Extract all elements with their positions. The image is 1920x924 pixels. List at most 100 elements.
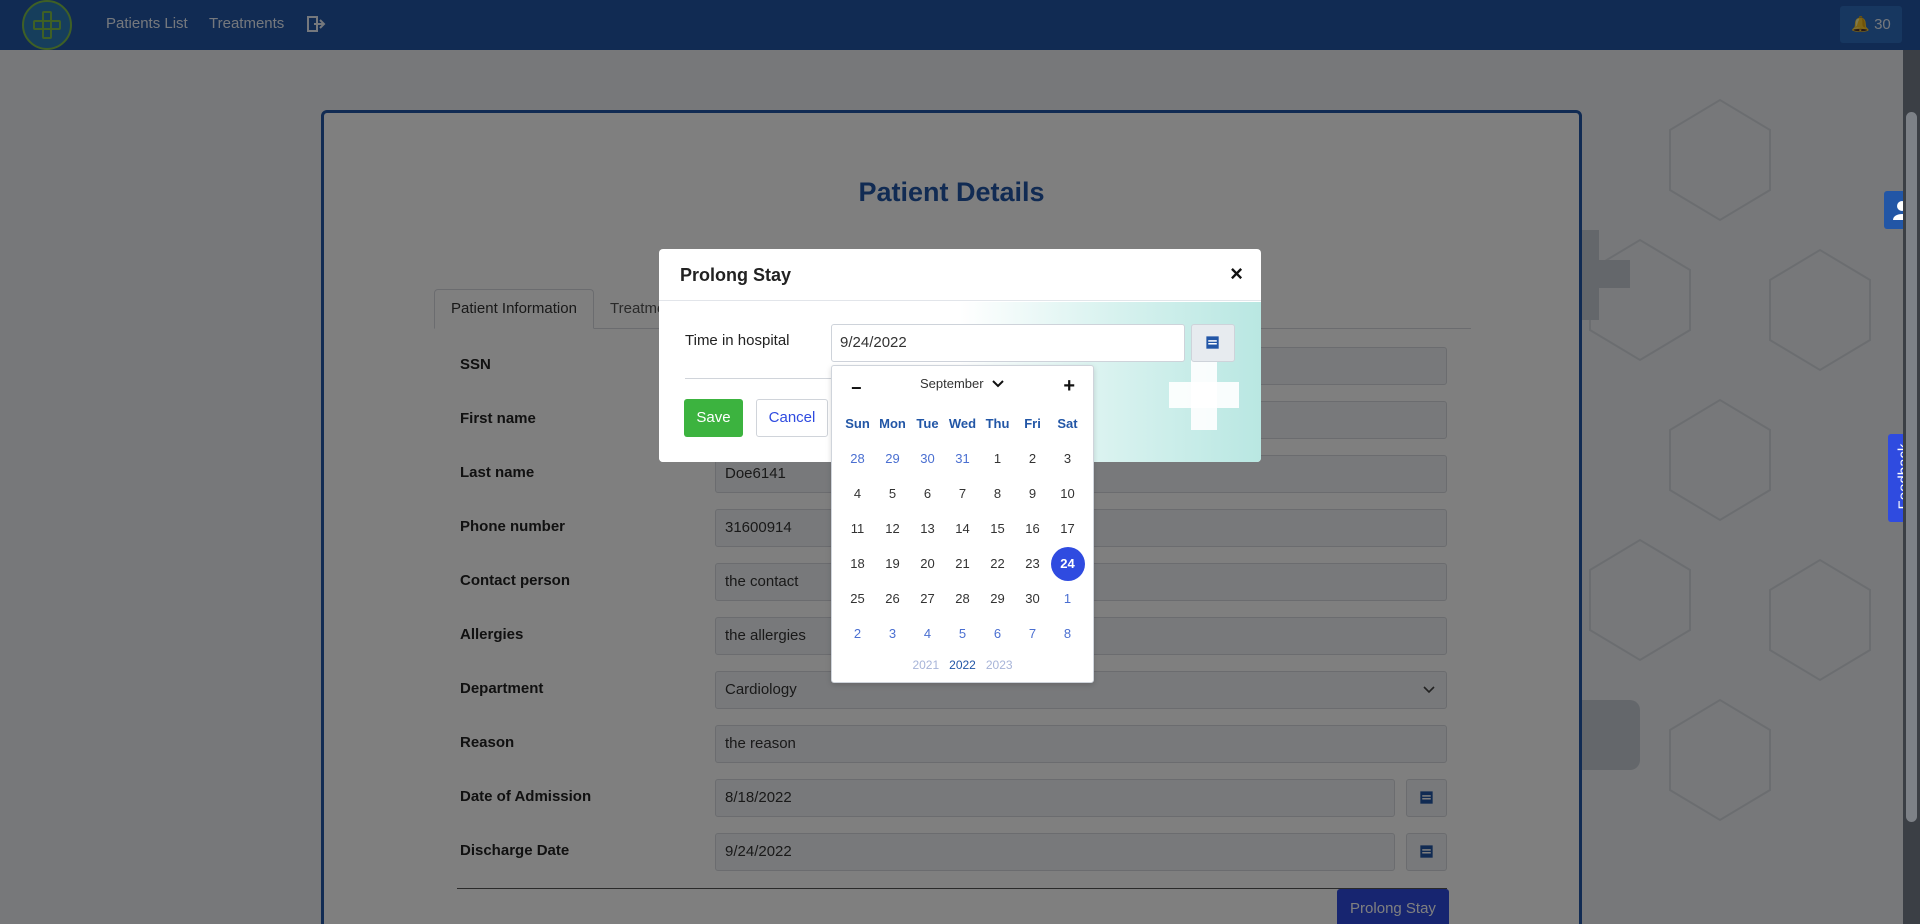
calendar-day-number: 29 <box>885 451 900 466</box>
calendar-day-number: 6 <box>993 626 1002 641</box>
calendar-day[interactable]: 3 <box>1050 441 1085 476</box>
calendar-day[interactable]: 29 <box>875 441 910 476</box>
calendar-day[interactable]: 27 <box>910 581 945 616</box>
calendar-day-number: 18 <box>850 556 865 571</box>
calendar-day[interactable]: 17 <box>1050 511 1085 546</box>
calendar-day[interactable]: 5 <box>945 616 980 651</box>
calendar-day-number: 15 <box>990 521 1005 536</box>
calendar-day[interactable]: 14 <box>945 511 980 546</box>
calendar-week-row: 2 3 4 5 6 7 8 <box>840 616 1085 651</box>
calendar-day[interactable]: 16 <box>1015 511 1050 546</box>
calendar-day-number: 1 <box>1063 591 1072 606</box>
save-button[interactable]: Save <box>684 399 743 437</box>
calendar-day[interactable]: 26 <box>875 581 910 616</box>
year-option[interactable]: 2022 <box>949 658 976 672</box>
calendar-day[interactable]: 3 <box>875 616 910 651</box>
calendar-day-number: 20 <box>920 556 935 571</box>
calendar-day[interactable]: 10 <box>1050 476 1085 511</box>
modal-calendar-button[interactable] <box>1191 324 1235 362</box>
calendar-day-number: 30 <box>1025 591 1040 606</box>
calendar-day[interactable]: 18 <box>840 546 875 581</box>
calendar-day[interactable]: 2 <box>1015 441 1050 476</box>
calendar-day-number: 28 <box>955 591 970 606</box>
calendar-day-number: 24 <box>1050 547 1085 581</box>
calendar-day[interactable]: 6 <box>910 476 945 511</box>
calendar-day[interactable]: 20 <box>910 546 945 581</box>
calendar-day[interactable]: 9 <box>1015 476 1050 511</box>
calendar-week-row: 28 29 30 31 1 2 3 <box>840 441 1085 476</box>
calendar-day[interactable]: 5 <box>875 476 910 511</box>
calendar-day[interactable]: 22 <box>980 546 1015 581</box>
calendar-day[interactable]: 2 <box>840 616 875 651</box>
calendar-day-number: 8 <box>1063 626 1072 641</box>
calendar-day-number: 26 <box>885 591 900 606</box>
calendar-day[interactable]: 4 <box>840 476 875 511</box>
calendar-day-number: 13 <box>920 521 935 536</box>
calendar-day-number: 4 <box>853 486 862 501</box>
cancel-button[interactable]: Cancel <box>756 399 828 437</box>
calendar-day-number: 28 <box>850 451 865 466</box>
calendar-week-row: 18 19 20 21 22 23 24 <box>840 546 1085 581</box>
calendar-day[interactable]: 13 <box>910 511 945 546</box>
year-option[interactable]: 2023 <box>986 658 1013 672</box>
time-in-hospital-label: Time in hospital <box>685 332 790 349</box>
modal-divider <box>685 378 835 379</box>
calendar-day-number: 12 <box>885 521 900 536</box>
calendar-day-number: 9 <box>1028 486 1037 501</box>
year-option[interactable]: 2021 <box>912 658 939 672</box>
calendar-day[interactable]: 1 <box>980 441 1015 476</box>
calendar-day[interactable]: 6 <box>980 616 1015 651</box>
calendar-day-number: 3 <box>888 626 897 641</box>
scrollbar-thumb[interactable] <box>1906 112 1917 822</box>
calendar-day[interactable]: 25 <box>840 581 875 616</box>
calendar-day-number: 7 <box>958 486 967 501</box>
calendar-day[interactable]: 28 <box>840 441 875 476</box>
calendar-day[interactable]: 31 <box>945 441 980 476</box>
weekday-label: Thu <box>985 416 1010 431</box>
calendar-day[interactable]: 8 <box>1050 616 1085 651</box>
calendar-day[interactable]: 7 <box>945 476 980 511</box>
calendar-day-number: 4 <box>923 626 932 641</box>
calendar-day[interactable]: 4 <box>910 616 945 651</box>
weekday-label: Tue <box>916 416 939 431</box>
calendar-day[interactable]: 1 <box>1050 581 1085 616</box>
calendar-day[interactable]: 8 <box>980 476 1015 511</box>
calendar-day-number: 10 <box>1060 486 1075 501</box>
weekday-label: Wed <box>948 416 977 431</box>
month-select[interactable]: September <box>920 376 984 391</box>
calendar-day[interactable]: 21 <box>945 546 980 581</box>
calendar-day[interactable]: 19 <box>875 546 910 581</box>
calendar-day-number: 19 <box>885 556 900 571</box>
prev-month-button[interactable]: − <box>851 378 862 399</box>
calendar-day[interactable]: 15 <box>980 511 1015 546</box>
datepicker-popup: − September + Sun Mon Tue Wed Thu Fri Sat 28 29 3… <box>831 365 1094 683</box>
calendar-day-number: 5 <box>958 626 967 641</box>
calendar-day[interactable]: 30 <box>1015 581 1050 616</box>
weekday-label: Fri <box>1024 416 1041 431</box>
chevron-down-icon[interactable] <box>992 378 1004 390</box>
calendar-day-number: 29 <box>990 591 1005 606</box>
calendar-week-row: 25 26 27 28 29 30 1 <box>840 581 1085 616</box>
calendar-day[interactable]: 28 <box>945 581 980 616</box>
calendar-day[interactable]: 12 <box>875 511 910 546</box>
calendar-day-number: 16 <box>1025 521 1040 536</box>
calendar-day-number: 31 <box>955 451 970 466</box>
calendar-day-number: 8 <box>993 486 1002 501</box>
calendar-day-number: 11 <box>850 521 865 536</box>
close-icon[interactable]: × <box>1230 261 1243 287</box>
time-in-hospital-input[interactable]: 9/24/2022 <box>831 324 1185 362</box>
calendar-day[interactable]: 30 <box>910 441 945 476</box>
calendar-day[interactable]: 7 <box>1015 616 1050 651</box>
calendar-day-number: 5 <box>888 486 897 501</box>
calendar-day[interactable]: 23 <box>1015 546 1050 581</box>
calendar-day-selected[interactable]: 24 <box>1050 546 1085 581</box>
next-month-button[interactable]: + <box>1063 375 1075 398</box>
calendar-day-number: 6 <box>923 486 932 501</box>
calendar-day[interactable]: 29 <box>980 581 1015 616</box>
calendar-day-number: 3 <box>1063 451 1072 466</box>
calendar-day-number: 7 <box>1028 626 1037 641</box>
calendar-day[interactable]: 11 <box>840 511 875 546</box>
calendar-day-number: 2 <box>853 626 862 641</box>
weekday-label: Mon <box>879 416 906 431</box>
calendar-day-number: 17 <box>1060 521 1075 536</box>
